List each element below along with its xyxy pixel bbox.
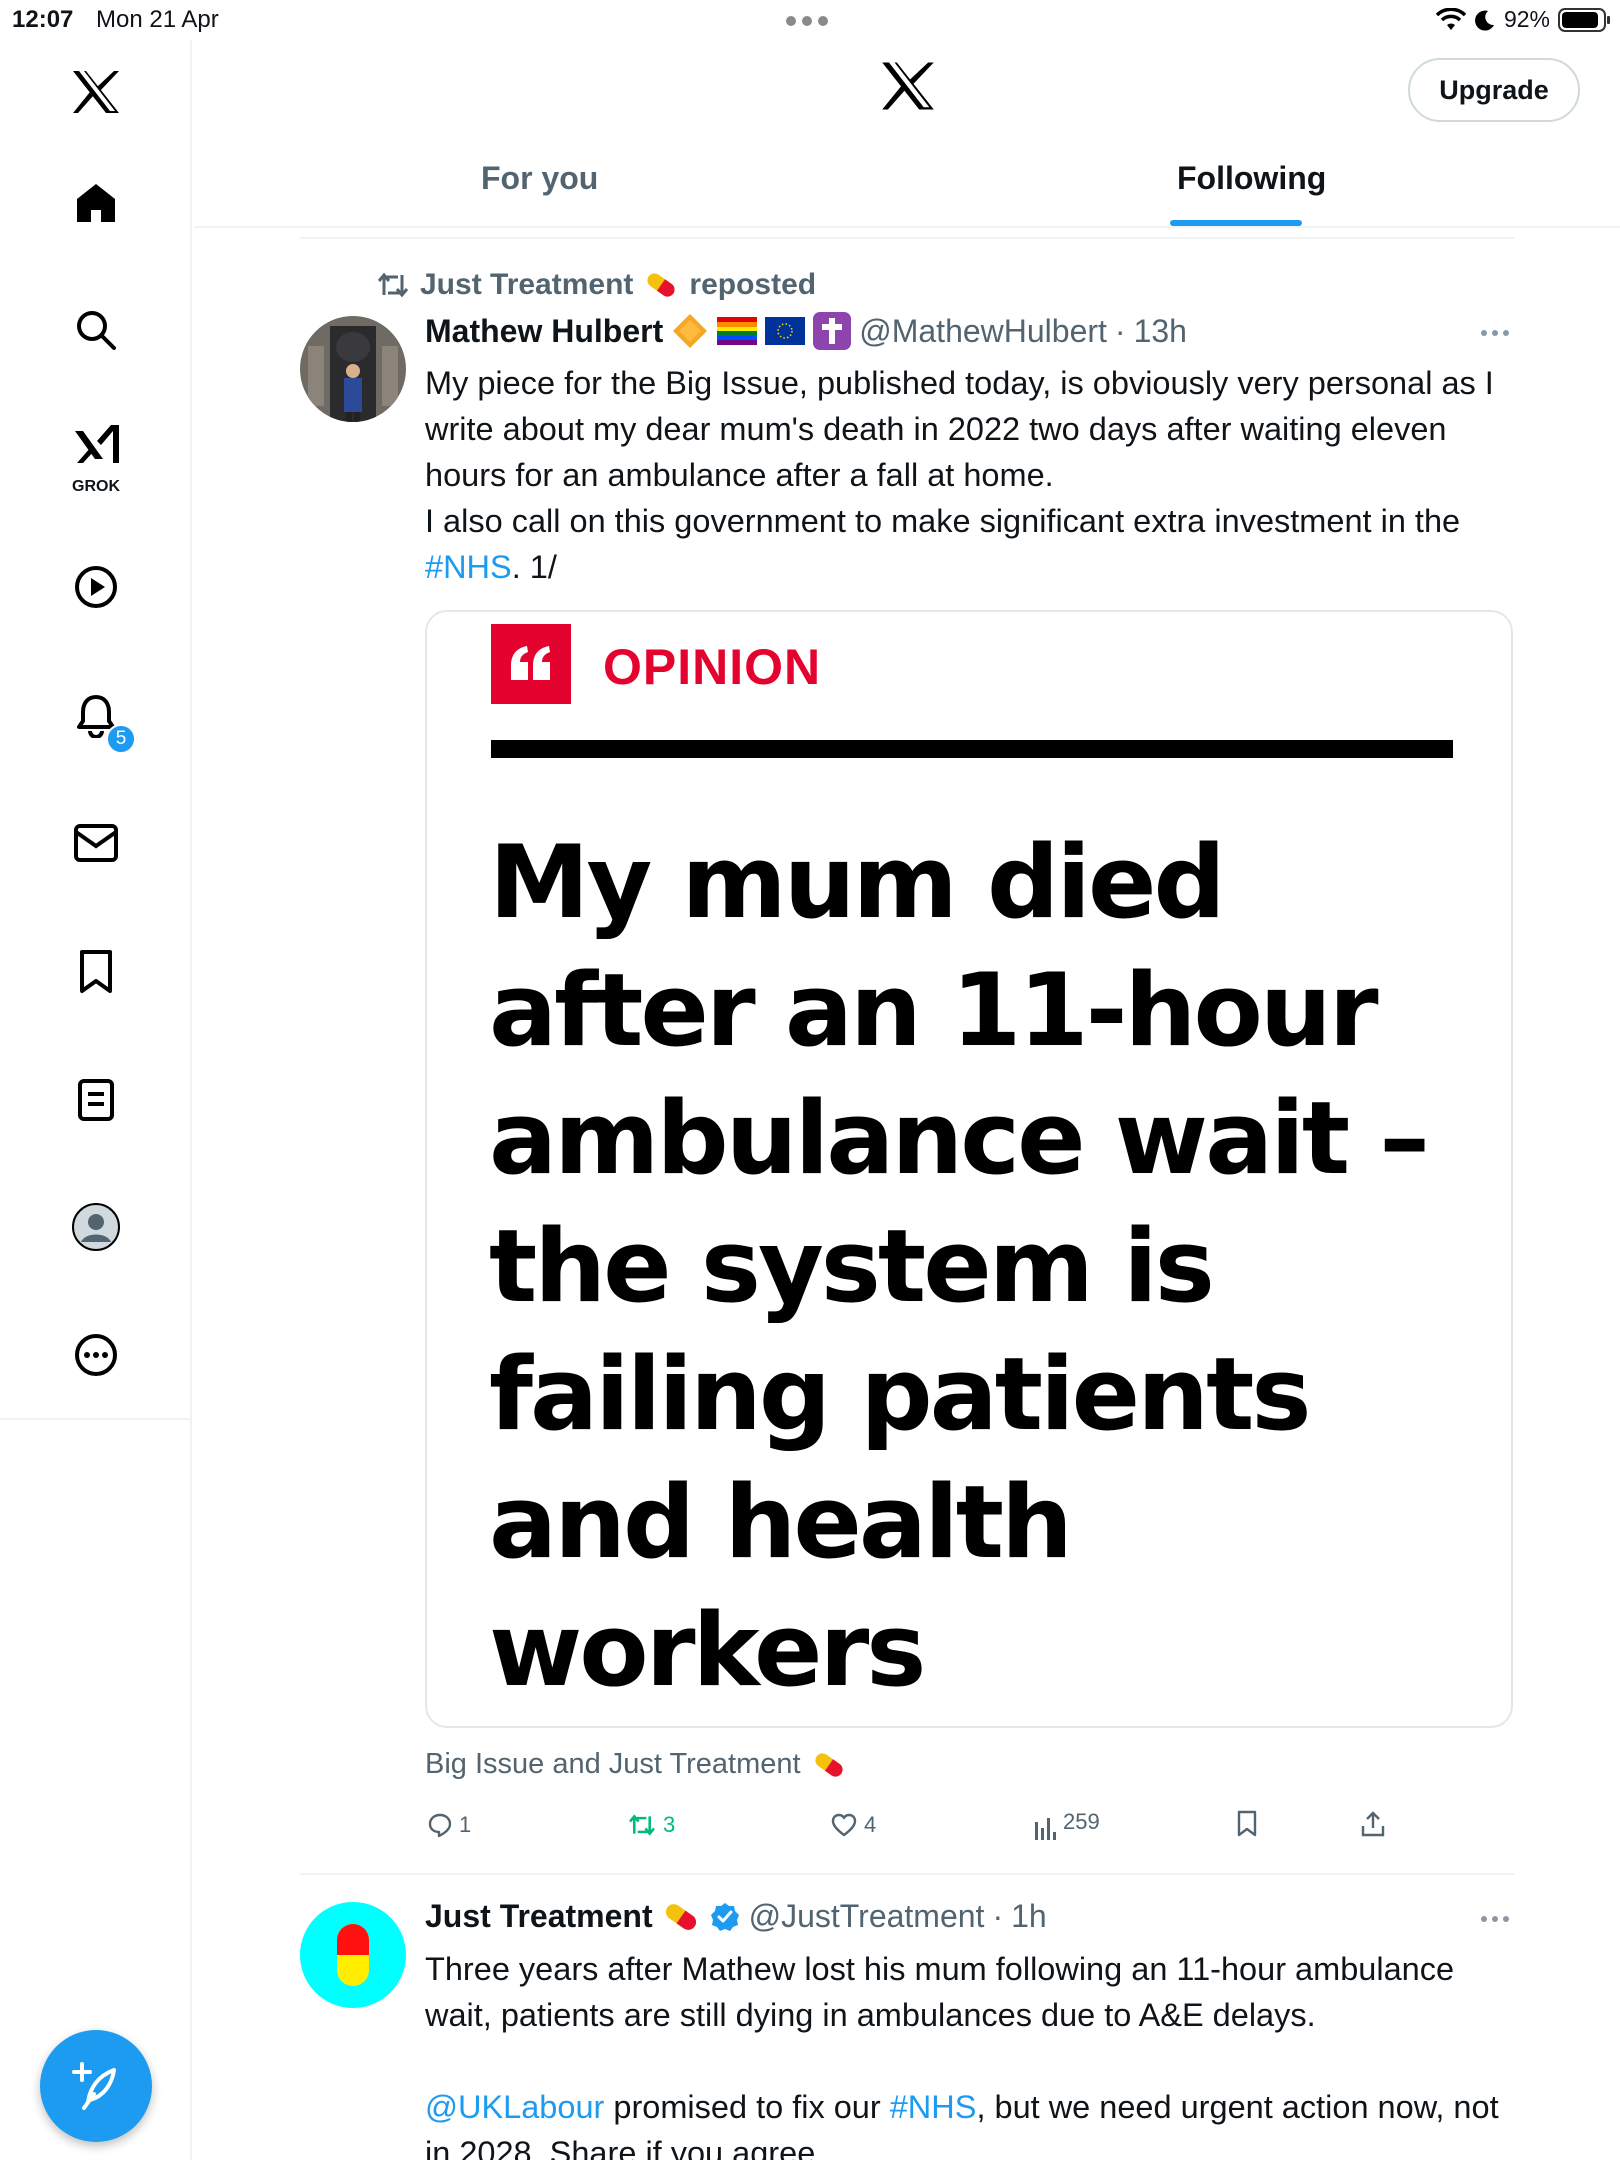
hashtag-link[interactable]: #NHS bbox=[890, 2089, 977, 2125]
compose-post-button[interactable] bbox=[40, 2030, 152, 2142]
article-headline: My mum died after an 11-hour ambulance w… bbox=[489, 823, 1430, 1709]
status-indicators: 92% bbox=[1435, 6, 1610, 33]
more-options-icon[interactable] bbox=[66, 1325, 126, 1385]
grok-label: GROK bbox=[72, 478, 120, 495]
tweet-paragraph: I also call on this government to make s… bbox=[425, 503, 1461, 585]
share-icon bbox=[1361, 1811, 1385, 1837]
upgrade-button[interactable]: Upgrade bbox=[1408, 58, 1580, 122]
repost-suffix: reposted bbox=[689, 268, 817, 301]
status-date: Mon 21 Apr bbox=[96, 6, 219, 33]
reply-button[interactable]: 1 bbox=[427, 1812, 471, 1838]
repost-icon bbox=[377, 272, 409, 298]
lists-icon[interactable] bbox=[66, 1070, 126, 1130]
headline-rule bbox=[491, 740, 1453, 758]
bookmark-icon bbox=[1237, 1810, 1257, 1837]
share-button[interactable] bbox=[1360, 1810, 1386, 1838]
author-handle[interactable]: @MathewHulbert bbox=[859, 313, 1107, 350]
x-logo-icon[interactable] bbox=[66, 62, 126, 122]
like-count: 4 bbox=[864, 1812, 877, 1837]
sidebar-divider bbox=[0, 1418, 192, 1420]
reposter-name[interactable]: Just Treatment bbox=[420, 268, 633, 302]
tweet-divider bbox=[300, 1873, 1514, 1875]
feed-divider bbox=[300, 237, 1514, 239]
media-image-card[interactable]: OPINION My mum died after an 11-hour amb… bbox=[425, 610, 1513, 1728]
home-icon[interactable] bbox=[66, 173, 126, 233]
active-tab-indicator bbox=[1170, 220, 1302, 226]
profile-avatar-icon[interactable] bbox=[66, 1197, 126, 1257]
author-name[interactable]: Just Treatment bbox=[425, 1898, 653, 1935]
tab-following[interactable]: Following bbox=[1177, 160, 1326, 197]
tweet-header: Mathew Hulbert @MathewHulbert · 13h bbox=[425, 312, 1187, 350]
compose-feather-icon bbox=[72, 2062, 116, 2110]
x-logo-icon bbox=[880, 60, 936, 117]
author-avatar[interactable] bbox=[300, 316, 406, 422]
tweet-paragraph: My piece for the Big Issue, published to… bbox=[425, 365, 1494, 493]
battery-icon bbox=[1558, 7, 1610, 32]
view-count: 259 bbox=[1063, 1809, 1100, 1834]
tweet-paragraph: Three years after Mathew lost his mum fo… bbox=[425, 1951, 1455, 2033]
status-bar: 12:07 Mon 21 Apr 92% bbox=[0, 0, 1620, 40]
latin-cross-icon bbox=[813, 312, 852, 350]
tab-for-you[interactable]: For you bbox=[481, 160, 598, 197]
multitasking-dots-icon[interactable] bbox=[786, 16, 828, 26]
eu-flag-icon bbox=[765, 317, 806, 345]
bookmarks-icon[interactable] bbox=[66, 942, 126, 1002]
notification-count-badge: 5 bbox=[106, 724, 136, 754]
pill-emoji-icon bbox=[815, 1752, 843, 1777]
separator: · bbox=[992, 1898, 1004, 1934]
author-handle[interactable]: @JustTreatment bbox=[749, 1898, 985, 1935]
tweet-text: My piece for the Big Issue, published to… bbox=[425, 360, 1525, 590]
author-name[interactable]: Mathew Hulbert bbox=[425, 313, 663, 350]
status-time: 12:07 bbox=[12, 6, 74, 33]
video-play-icon[interactable] bbox=[66, 557, 126, 617]
quote-mark-icon bbox=[491, 624, 571, 704]
repost-indicator[interactable]: Just Treatment reposted bbox=[376, 268, 816, 302]
hashtag-link[interactable]: #NHS bbox=[425, 549, 512, 585]
pill-emoji-icon bbox=[665, 1903, 696, 1930]
mention-link[interactable]: @UKLabour bbox=[425, 2089, 604, 2125]
pill-emoji-icon bbox=[647, 273, 675, 297]
grok-icon[interactable] bbox=[66, 414, 126, 474]
media-caption[interactable]: Big Issue and Just Treatment bbox=[425, 1748, 847, 1781]
more-options-icon[interactable] bbox=[1481, 330, 1509, 336]
messages-envelope-icon[interactable] bbox=[66, 813, 126, 873]
author-avatar[interactable] bbox=[300, 1902, 406, 2008]
repost-count: 3 bbox=[663, 1812, 676, 1837]
heart-icon bbox=[831, 1813, 857, 1837]
repost-button[interactable]: 3 bbox=[627, 1812, 675, 1838]
opinion-label: OPINION bbox=[603, 639, 822, 695]
like-button[interactable]: 4 bbox=[830, 1812, 876, 1838]
wifi-icon bbox=[1435, 7, 1466, 30]
views-button[interactable]: 259 bbox=[1033, 1802, 1100, 1842]
views-bar-chart-icon bbox=[1035, 1818, 1056, 1840]
rainbow-flag-icon bbox=[717, 317, 758, 345]
orange-diamond-icon bbox=[673, 314, 708, 348]
post-time[interactable]: 13h bbox=[1134, 313, 1187, 350]
tweet-paragraph: @UKLabour promised to fix our #NHS, but … bbox=[425, 2089, 1499, 2160]
reply-count: 1 bbox=[459, 1812, 472, 1837]
tweet-header: Just Treatment @JustTreatment · 1h bbox=[425, 1898, 1047, 1935]
tweet-text: Three years after Mathew lost his mum fo… bbox=[425, 1946, 1525, 2160]
moon-icon bbox=[1474, 10, 1494, 31]
repost-icon bbox=[629, 1814, 655, 1836]
sidebar: GROK 5 bbox=[0, 40, 192, 2160]
battery-percent: 92% bbox=[1503, 6, 1550, 32]
more-options-icon[interactable] bbox=[1481, 1916, 1509, 1922]
bookmark-button[interactable] bbox=[1236, 1810, 1258, 1838]
verified-badge-icon bbox=[710, 1902, 739, 1931]
separator: · bbox=[1114, 312, 1126, 349]
post-time[interactable]: 1h bbox=[1011, 1898, 1047, 1935]
timeline-header: Upgrade For you Following bbox=[194, 40, 1620, 228]
reply-icon bbox=[428, 1813, 452, 1838]
search-icon[interactable] bbox=[66, 300, 126, 360]
